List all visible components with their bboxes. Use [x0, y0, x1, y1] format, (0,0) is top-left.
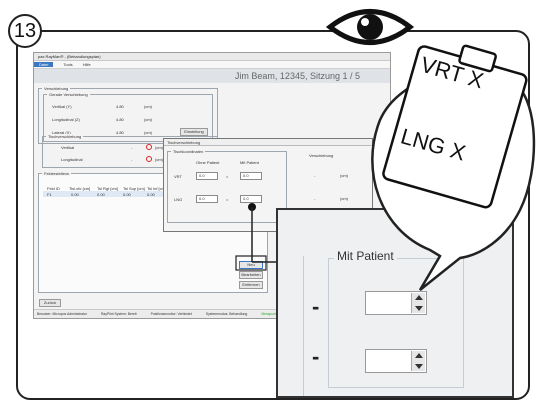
instruction-figure: 13 pax RayMan® - (Behandlungsplan) Datei… [0, 0, 536, 406]
eye-icon [325, 9, 415, 45]
